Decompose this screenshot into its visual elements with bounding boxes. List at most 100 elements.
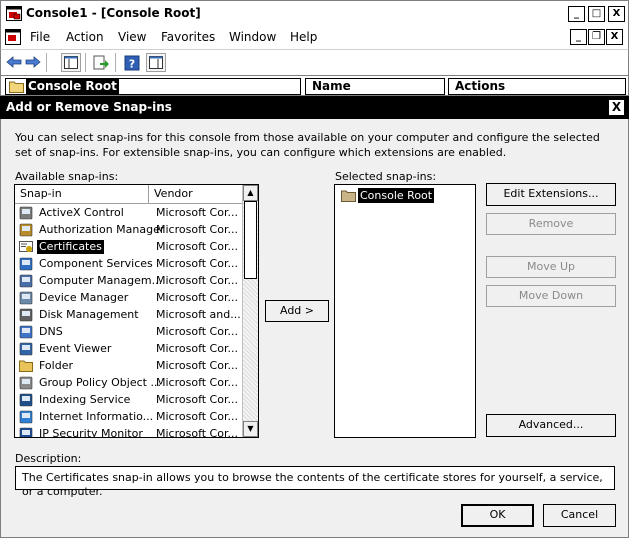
available-snapins-list[interactable]: Snap-in Vendor ActiveX Control Microsoft … [14,184,259,438]
list-item[interactable]: ActiveX Control Microsoft Cor... [17,205,242,222]
snapin-name: Internet Informatio... [39,410,154,423]
export-list-button[interactable] [91,53,111,72]
list-item[interactable]: Certificates Microsoft Cor... [17,239,242,256]
list-item[interactable]: Event Viewer Microsoft Cor... [17,341,242,358]
list-item[interactable]: Authorization Manager Microsoft Cor... [17,222,242,239]
edit-extensions-button[interactable]: Edit Extensions... [486,183,616,206]
menu-help[interactable]: Help [290,30,317,44]
menu-window[interactable]: Window [229,30,276,44]
show-hide-action-pane-button[interactable] [146,53,166,72]
list-item[interactable]: Device Manager Microsoft Cor... [17,290,242,307]
snapin-vendor: Microsoft Cor... [156,342,238,355]
toolbar: ? [0,49,629,75]
console-root-label: Console Root [26,79,119,94]
toolbar-separator [85,53,86,72]
console-tree-header: Console Root Name Actions [0,75,629,96]
forward-arrow-icon[interactable] [25,56,41,68]
snapin-vendor: Microsoft Cor... [156,376,238,389]
snapin-name: ActiveX Control [39,206,124,219]
close-button[interactable]: X [608,6,625,22]
cancel-button[interactable]: Cancel [543,504,616,527]
back-arrow-icon[interactable] [6,56,22,68]
minimize-button[interactable]: _ [568,6,585,22]
event-icon [19,342,33,356]
indexing-icon [19,393,33,407]
list-item[interactable]: Component Services Microsoft Cor... [17,256,242,273]
column-name[interactable]: Name [305,78,445,95]
snapin-name: Group Policy Object ... [39,376,161,389]
column-snapin[interactable]: Snap-in [15,185,149,203]
snapin-name: DNS [39,325,63,338]
activex-icon [19,206,33,220]
list-item[interactable]: Internet Informatio... Microsoft Cor... [17,409,242,426]
selected-snapins-label: Selected snap-ins: [335,170,437,183]
selected-item-console-root[interactable]: Console Root [341,188,471,204]
list-item[interactable]: IP Security Monitor Microsoft Cor... [17,426,242,437]
menu-view[interactable]: View [118,30,146,44]
list-item[interactable]: Folder Microsoft Cor... [17,358,242,375]
snapin-name: Folder [39,359,73,372]
console-tree-icon [64,56,78,69]
available-snapins-label: Available snap-ins: [15,170,119,183]
menu-favorites[interactable]: Favorites [161,30,215,44]
snapin-vendor: Microsoft Cor... [156,325,238,338]
show-hide-tree-button[interactable] [61,53,81,72]
policy-icon [19,376,33,390]
snapin-name: Component Services [39,257,153,270]
list-item[interactable]: DNS Microsoft Cor... [17,324,242,341]
vertical-scrollbar[interactable]: ▲ ▼ [242,185,258,437]
scroll-down-arrow-icon[interactable]: ▼ [243,421,258,437]
list-header: Snap-in Vendor [15,185,256,204]
snapin-vendor: Microsoft Cor... [156,410,238,423]
snapin-vendor: Microsoft Cor... [156,223,238,236]
selected-snapins-list[interactable]: Console Root [334,184,476,438]
list-item[interactable]: Group Policy Object ... Microsoft Cor... [17,375,242,392]
export-list-icon [93,55,109,70]
ok-button[interactable]: OK [461,504,534,527]
list-item[interactable]: Indexing Service Microsoft Cor... [17,392,242,409]
list-item[interactable]: Computer Managem... Microsoft Cor... [17,273,242,290]
selected-item-label: Console Root [358,188,435,203]
snapin-name: IP Security Monitor [39,427,143,437]
dialog-titlebar: Add or Remove Snap-ins X [0,96,629,119]
snapin-name: Indexing Service [39,393,131,406]
snapin-vendor: Microsoft Cor... [156,359,238,372]
folder-icon [9,81,24,93]
snapin-vendor: Microsoft and... [156,308,241,321]
console-icon [5,29,21,45]
move-down-button[interactable]: Move Down [486,285,616,307]
svg-text:?: ? [129,58,135,71]
remove-button[interactable]: Remove [486,213,616,235]
snapin-name: Disk Management [39,308,139,321]
toolbar-separator [46,53,47,72]
maximize-button[interactable]: □ [588,6,605,22]
action-pane-icon [149,56,163,69]
list-item[interactable]: Disk Management Microsoft and... [17,307,242,324]
scroll-thumb[interactable] [244,201,257,279]
inner-restore-button[interactable]: ❐ [588,29,605,45]
help-icon: ? [124,55,140,71]
inner-minimize-button[interactable]: _ [570,29,587,45]
snapin-name: Authorization Manager [39,223,165,236]
mmc-app-icon [6,6,22,21]
inner-close-button[interactable]: X [606,29,623,45]
move-up-button[interactable]: Move Up [486,256,616,278]
window-titlebar: Console1 - [Console Root] _ □ X [0,0,629,26]
menu-file[interactable]: File [30,30,50,44]
snapin-name: Certificates [37,240,104,254]
snapin-name: Device Manager [39,291,129,304]
menu-action[interactable]: Action [66,30,104,44]
scroll-up-arrow-icon[interactable]: ▲ [243,185,258,201]
iis-icon [19,410,33,424]
component-icon [19,257,33,271]
help-button[interactable]: ? [122,53,142,72]
folder-icon [19,360,33,372]
snapin-name: Computer Managem... [39,274,163,287]
column-vendor[interactable]: Vendor [149,185,256,203]
add-button[interactable]: Add > [265,300,329,322]
column-actions[interactable]: Actions [448,78,626,95]
advanced-button[interactable]: Advanced... [486,414,616,437]
console-root-node[interactable]: Console Root [5,78,301,95]
dialog-close-button[interactable]: X [608,99,625,116]
folder-icon [341,190,356,202]
